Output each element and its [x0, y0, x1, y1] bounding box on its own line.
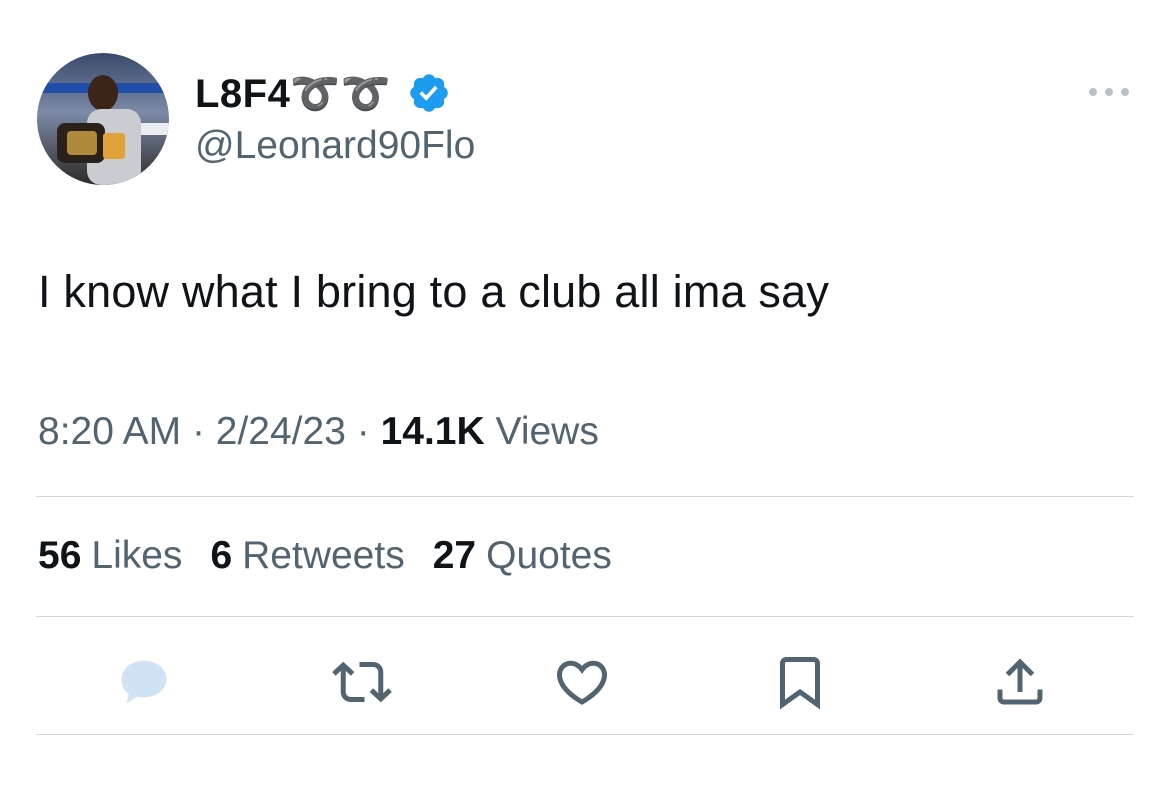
bookmark-button[interactable]	[768, 650, 832, 714]
tweet-time[interactable]: 8:20 AM	[38, 410, 181, 453]
quotes-label: Quotes	[486, 534, 612, 577]
quotes-count: 27	[432, 534, 477, 577]
divider	[36, 496, 1134, 497]
retweets-stat[interactable]: 6 Retweets	[210, 534, 404, 578]
likes-count: 56	[38, 534, 82, 577]
tweet-date[interactable]: 2/24/23	[216, 410, 346, 453]
tweet: L8F4➰➰ @Leonard90Flo I know what I bring…	[0, 0, 1169, 790]
divider	[36, 616, 1134, 617]
retweets-label: Retweets	[242, 534, 405, 577]
quotes-stat[interactable]: 27 Quotes	[433, 534, 612, 578]
divider	[36, 734, 1134, 735]
tweet-text: I know what I bring to a club all ima sa…	[38, 266, 830, 317]
retweets-count: 6	[210, 534, 233, 577]
retweet-icon	[332, 661, 392, 703]
share-icon	[997, 658, 1043, 705]
like-button[interactable]	[550, 650, 614, 714]
share-button[interactable]	[988, 650, 1052, 714]
verified-badge-icon[interactable]	[407, 71, 451, 115]
name-row: L8F4➰➰	[195, 68, 451, 118]
more-options-icon[interactable]	[1085, 80, 1133, 104]
like-icon	[556, 660, 608, 705]
display-name[interactable]: L8F4➰➰	[195, 70, 391, 117]
reply-icon	[121, 660, 167, 704]
views-label: Views	[495, 410, 599, 453]
user-handle[interactable]: @Leonard90Flo	[195, 124, 475, 168]
avatar-image	[37, 53, 169, 185]
likes-stat[interactable]: 56 Likes	[38, 534, 182, 578]
bookmark-icon	[780, 657, 820, 710]
tweet-stats: 56 Likes 6 Retweets 27 Quotes	[38, 534, 612, 578]
reply-button[interactable]	[112, 650, 176, 714]
meta-separator: ·	[191, 410, 205, 453]
retweet-button[interactable]	[330, 650, 394, 714]
meta-separator: ·	[356, 410, 370, 453]
views-count: 14.1K	[380, 410, 485, 453]
avatar[interactable]	[37, 53, 169, 185]
action-bar	[0, 650, 1169, 714]
tweet-meta: 8:20 AM · 2/24/23 · 14.1K Views	[38, 410, 599, 454]
likes-label: Likes	[91, 534, 183, 577]
